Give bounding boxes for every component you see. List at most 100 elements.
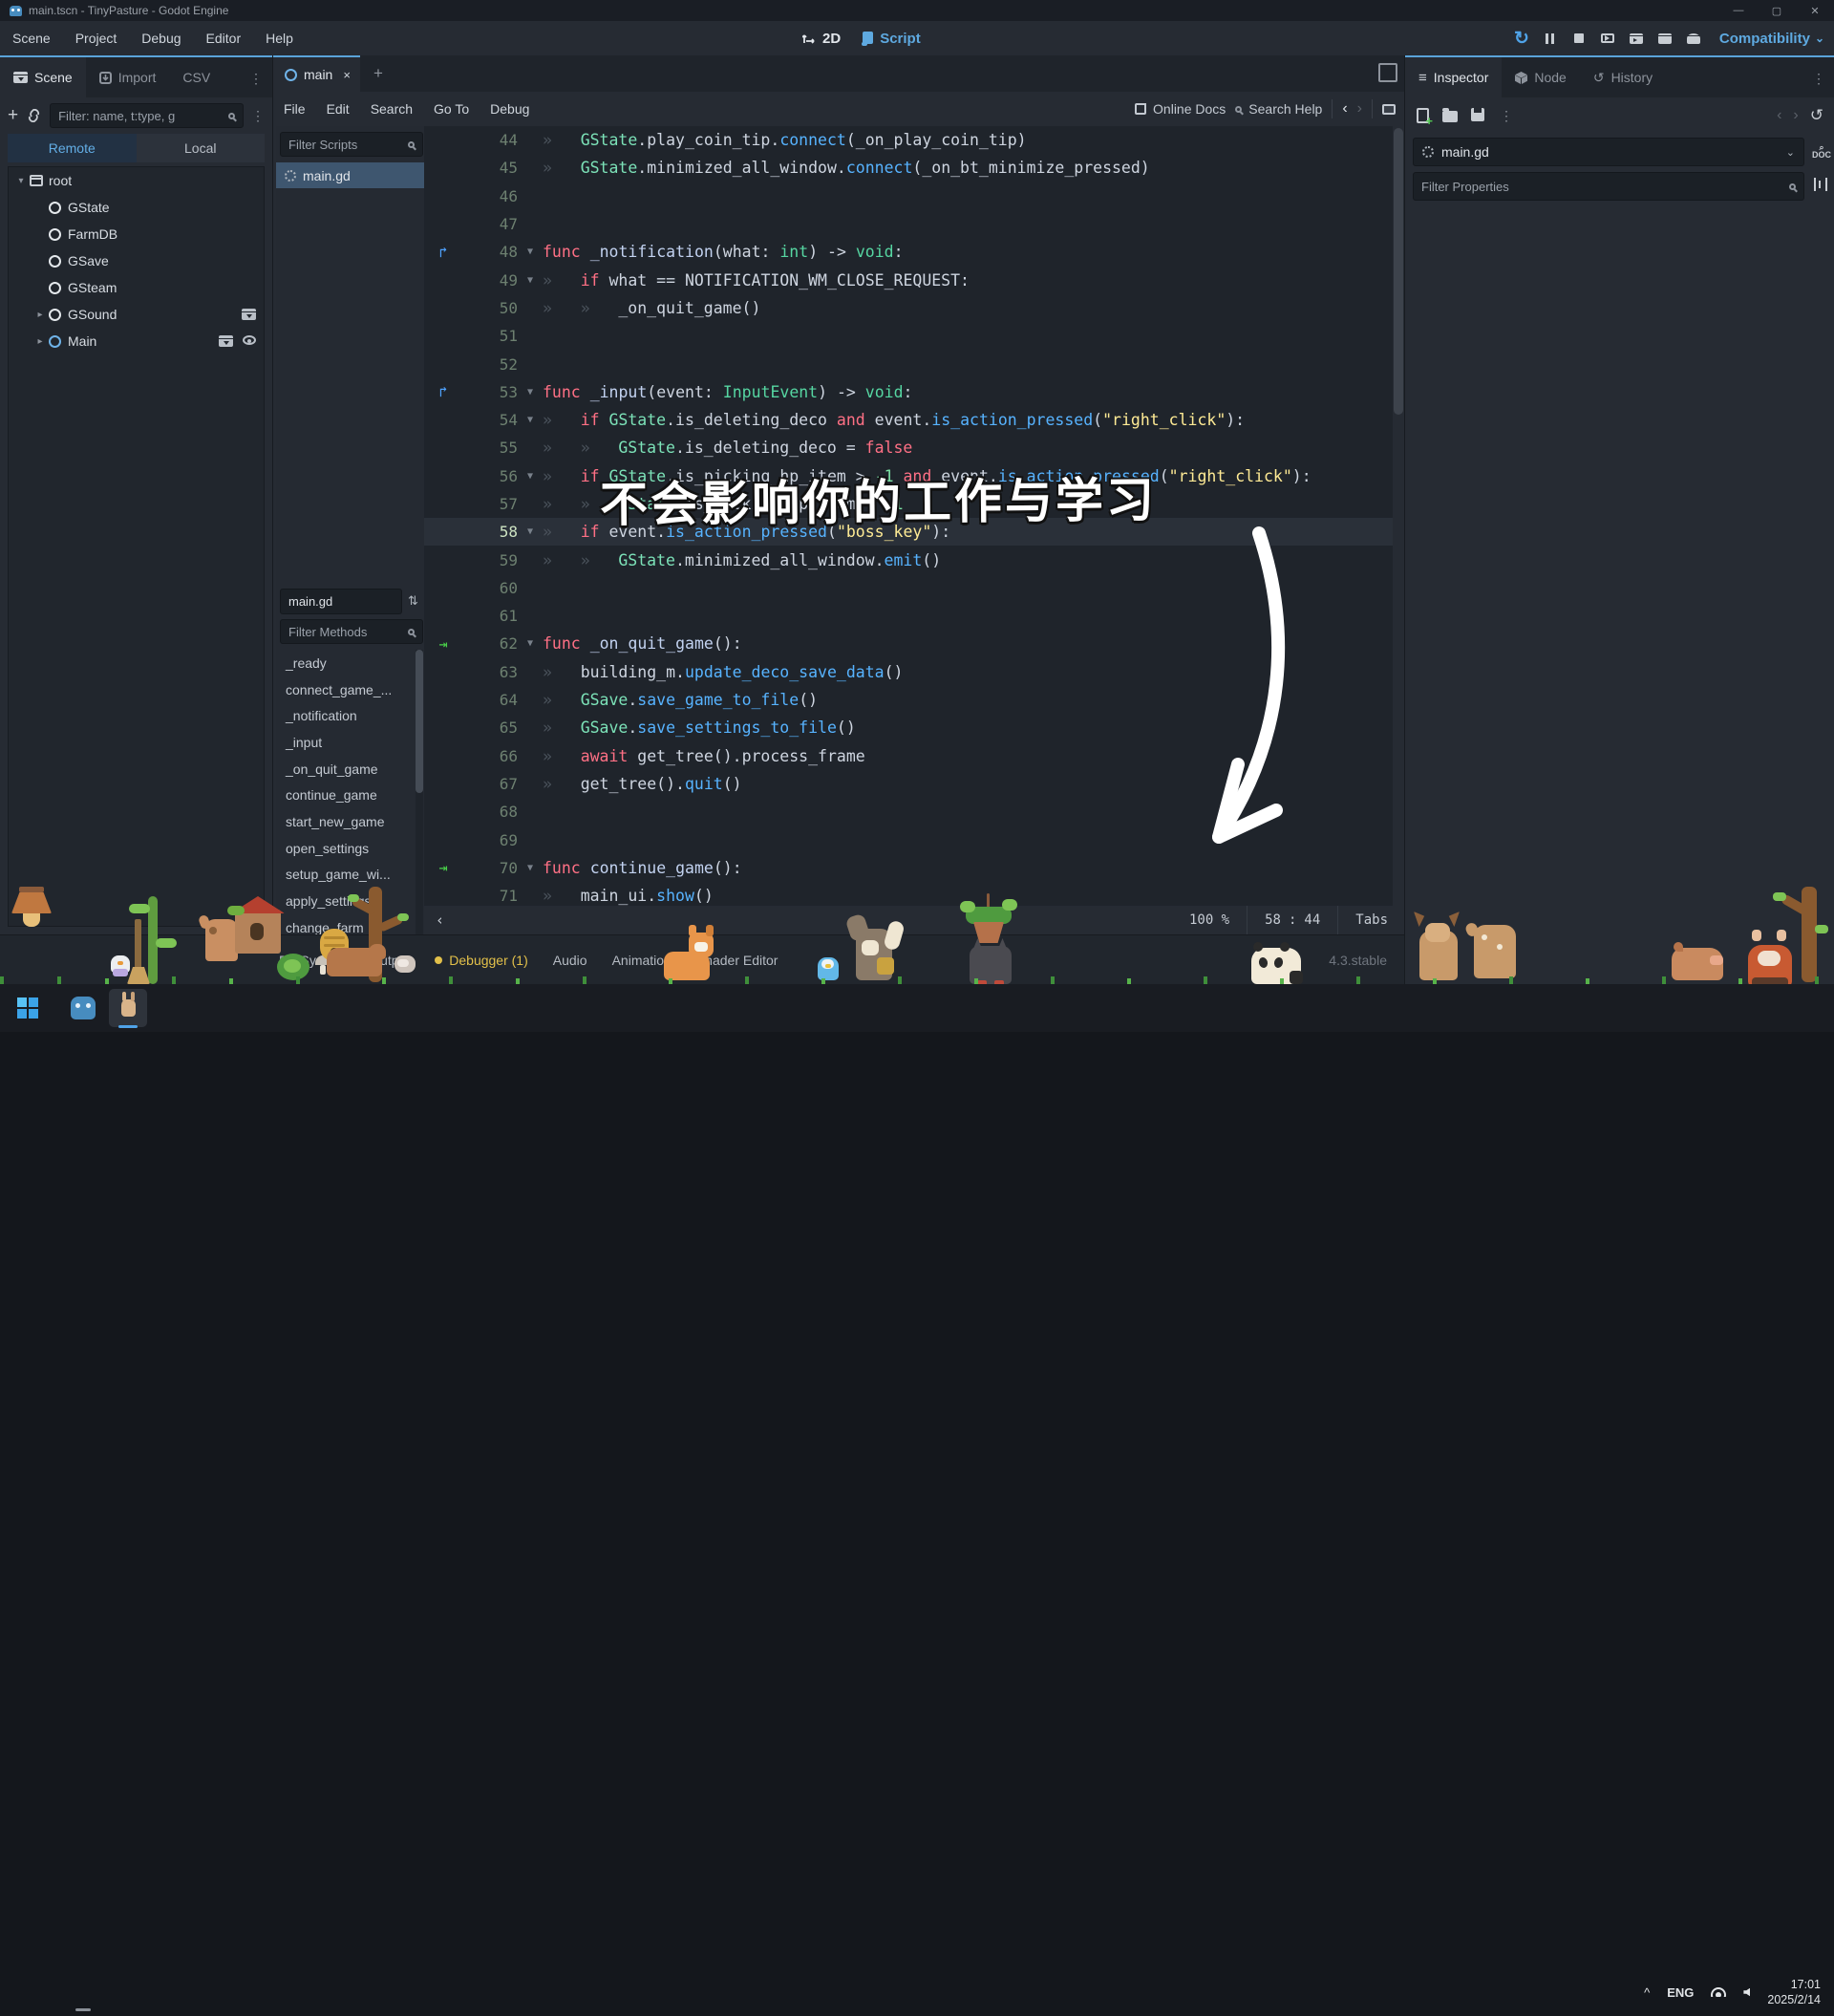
code-line-45[interactable]: 45 » GState.minimized_all_window.connect(_… — [424, 154, 1405, 182]
dock-options-icon[interactable]: ⋮ — [1812, 57, 1834, 97]
method-item[interactable]: continue_game — [276, 782, 419, 808]
collapse-scripts-chevron[interactable]: ‹ — [424, 911, 456, 929]
scene-tree[interactable]: ▾ root GState FarmDB GSave GSteam ▸ GSound ▸ Main — [8, 166, 265, 927]
online-docs-button[interactable]: Online Docs — [1135, 101, 1226, 117]
script-item-main.gd[interactable]: main.gd — [276, 162, 427, 188]
play-scene-button[interactable] — [1624, 26, 1649, 51]
save-resource-icon[interactable] — [1471, 108, 1484, 121]
pause-button[interactable] — [1538, 26, 1563, 51]
chevron-down-icon[interactable]: ⌄ — [1786, 146, 1795, 159]
code-line-54[interactable]: 54 ▼» if GState.is_deleting_deco and event… — [424, 406, 1405, 434]
code-line-55[interactable]: 55 » » GState.is_deleting_deco = false — [424, 434, 1405, 461]
code-line-69[interactable]: 69 — [424, 826, 1405, 853]
method-item[interactable]: _input — [276, 729, 419, 756]
method-item[interactable]: setup_game_wi... — [276, 862, 419, 889]
history-forward-button[interactable]: › — [1357, 100, 1362, 118]
menu-help[interactable]: Help — [253, 25, 306, 52]
tree-node-gsteam[interactable]: GSteam — [9, 274, 264, 301]
method-list[interactable]: _ready connect_game_... _notification _inpu… — [276, 650, 419, 934]
inspector-forward-button[interactable]: › — [1793, 107, 1798, 124]
minimize-button[interactable]: — — [1719, 0, 1758, 21]
code-line-66[interactable]: 66 » await get_tree().process_frame — [424, 742, 1405, 770]
code-line-47[interactable]: 47 — [424, 210, 1405, 238]
remote-play-button[interactable] — [1595, 26, 1620, 51]
script-menu-goto[interactable]: Go To — [423, 97, 480, 120]
indent-mode[interactable]: Tabs — [1337, 906, 1405, 934]
tree-expand-icon[interactable]: ▸ — [33, 310, 47, 320]
tree-node-gsound[interactable]: ▸ GSound — [9, 301, 264, 328]
instance-scene-button[interactable] — [26, 109, 42, 122]
tab-inspector[interactable]: ≡ Inspector — [1405, 57, 1503, 97]
tray-expand-chevron[interactable]: ^ — [1644, 1985, 1650, 2000]
script-menu-search[interactable]: Search — [360, 97, 423, 120]
tab-node[interactable]: Node — [1502, 57, 1579, 97]
filter-properties-input[interactable]: Filter Properties — [1413, 172, 1804, 201]
code-line-61[interactable]: 61 — [424, 602, 1405, 630]
zoom-level[interactable]: 100 % — [1172, 906, 1247, 934]
code-line-48[interactable]: ↱ 48 ▼ func _notification(what: int) -> voi… — [424, 238, 1405, 266]
override-method-icon[interactable]: ↱ — [424, 383, 462, 400]
menu-debug[interactable]: Debug — [129, 25, 193, 52]
bottom-tab-audio[interactable]: Audio — [553, 953, 587, 968]
language-indicator[interactable]: ENG — [1667, 1985, 1694, 2000]
code-fold-icon[interactable]: ▼ — [518, 526, 543, 537]
start-button[interactable] — [17, 997, 38, 1019]
scrollbar-thumb[interactable] — [1394, 128, 1403, 415]
code-fold-icon[interactable]: ▼ — [518, 275, 543, 286]
script-menu-debug[interactable]: Debug — [480, 97, 540, 120]
method-item[interactable]: apply_settings — [276, 888, 419, 914]
method-list-scrollbar[interactable] — [416, 650, 423, 934]
workspace-2d-button[interactable]: 2D — [802, 31, 841, 47]
code-line-51[interactable]: 51 — [424, 322, 1405, 350]
stop-button[interactable] — [1567, 26, 1591, 51]
scene-filter-input[interactable]: Filter: name, t:type, g — [50, 103, 244, 128]
add-node-button[interactable]: + — [8, 105, 18, 126]
tree-expand-icon[interactable]: ▾ — [14, 176, 28, 186]
sort-methods-icon[interactable]: ⇅ — [408, 593, 418, 609]
script-list[interactable]: main.gd — [276, 162, 427, 188]
tab-history[interactable]: ↺ History — [1580, 57, 1666, 97]
tab-scene[interactable]: Scene — [0, 57, 86, 97]
code-fold-icon[interactable]: ▼ — [518, 863, 543, 873]
method-item[interactable]: _ready — [276, 650, 419, 676]
edit-history-icon[interactable]: ↺ — [1810, 106, 1823, 125]
filter-methods-input[interactable]: Filter Methods — [280, 619, 423, 644]
tab-import[interactable]: Import — [86, 57, 170, 97]
search-help-button[interactable]: Search Help — [1235, 101, 1322, 117]
add-scene-tab-button[interactable]: + — [360, 55, 396, 92]
code-line-46[interactable]: 46 — [424, 182, 1405, 210]
resource-options-icon[interactable]: ⋮ — [1500, 108, 1513, 124]
code-fold-icon[interactable]: ▼ — [518, 247, 543, 257]
wifi-icon[interactable] — [1711, 1987, 1727, 1997]
code-line-64[interactable]: 64 » GSave.save_game_to_file() — [424, 686, 1405, 714]
method-item[interactable]: _on_quit_game — [276, 756, 419, 783]
property-tools-icon[interactable] — [1812, 178, 1827, 191]
code-line-53[interactable]: ↱ 53 ▼ func _input(event: InputEvent) -> vo… — [424, 378, 1405, 406]
code-line-52[interactable]: 52 — [424, 350, 1405, 377]
method-item[interactable]: _notification — [276, 702, 419, 729]
code-line-70[interactable]: ⇥ 70 ▼ func continue_game(): — [424, 854, 1405, 882]
make-floating-icon[interactable] — [1382, 103, 1396, 115]
tree-node-farmdb[interactable]: FarmDB — [9, 221, 264, 247]
close-button[interactable]: ✕ — [1796, 0, 1834, 21]
load-resource-icon[interactable] — [1442, 108, 1458, 122]
tree-node-root[interactable]: ▾ root — [9, 167, 264, 194]
maximize-button[interactable]: ▢ — [1758, 0, 1796, 21]
code-fold-icon[interactable]: ▼ — [518, 471, 543, 482]
script-menu-file[interactable]: File — [273, 97, 316, 120]
inspector-back-button[interactable]: ‹ — [1777, 107, 1781, 124]
distraction-free-icon[interactable] — [1378, 63, 1397, 82]
caret-position[interactable]: 58 : 44 — [1247, 906, 1337, 934]
play-custom-scene-button[interactable] — [1653, 26, 1677, 51]
close-tab-icon[interactable]: × — [343, 68, 351, 82]
code-line-49[interactable]: 49 ▼» if what == NOTIFICATION_WM_CLOSE_REQ… — [424, 266, 1405, 293]
method-item[interactable]: open_settings — [276, 835, 419, 862]
tab-csv[interactable]: CSV — [169, 57, 224, 97]
code-fold-icon[interactable]: ▼ — [518, 387, 543, 397]
code-line-68[interactable]: 68 — [424, 798, 1405, 826]
code-line-44[interactable]: 44 » GState.play_coin_tip.connect(_on_play… — [424, 126, 1405, 154]
method-item[interactable]: start_new_game — [276, 808, 419, 835]
code-fold-icon[interactable]: ▼ — [518, 638, 543, 649]
tree-expand-icon[interactable]: ▸ — [33, 336, 47, 347]
tree-node-main[interactable]: ▸ Main — [9, 328, 264, 354]
